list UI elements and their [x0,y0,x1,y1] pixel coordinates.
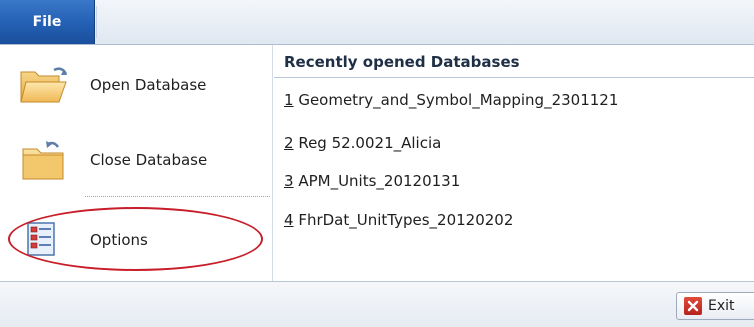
file-tab[interactable]: File [0,0,95,44]
exit-label: Exit [708,298,735,314]
ribbon-bar: File [0,0,754,45]
options-button[interactable]: Options [0,205,272,275]
recent-item-number: 1 [284,91,294,109]
recent-item-name: Geometry_and_Symbol_Mapping_2301121 [293,91,619,109]
recent-item-number: 4 [284,211,294,229]
open-database-label: Open Database [90,76,207,94]
options-icon [18,215,70,265]
recent-item[interactable]: 2 Reg 52.0021_Alicia [284,134,441,152]
recent-item-number: 3 [284,172,294,190]
options-label: Options [90,231,148,249]
file-tab-label: File [32,14,62,30]
recent-databases-title: Recently opened Databases [284,53,520,71]
menu-separator [85,196,270,197]
exit-button[interactable]: Exit [676,292,754,320]
close-database-button[interactable]: Close Database [0,125,272,195]
ribbon-divider [96,6,97,38]
recent-item-name: Reg 52.0021_Alicia [293,134,442,152]
recent-item[interactable]: 3 APM_Units_20120131 [284,172,460,190]
footer-bar: Exit [0,281,754,327]
close-database-label: Close Database [90,151,208,169]
recent-item-name: FhrDat_UnitTypes_20120202 [293,211,514,229]
recent-item-name: APM_Units_20120131 [293,172,461,190]
recent-item-number: 2 [284,134,294,152]
exit-icon [684,297,702,315]
open-folder-icon [18,60,70,110]
recent-databases-pane: Recently opened Databases 1 Geometry_and… [274,45,754,281]
recent-item[interactable]: 1 Geometry_and_Symbol_Mapping_2301121 [284,91,618,109]
close-folder-icon [18,135,70,185]
recent-title-divider [274,77,754,78]
open-database-button[interactable]: Open Database [0,50,272,120]
command-pane: Open Database Close Database Options [0,45,273,281]
recent-item[interactable]: 4 FhrDat_UnitTypes_20120202 [284,211,513,229]
